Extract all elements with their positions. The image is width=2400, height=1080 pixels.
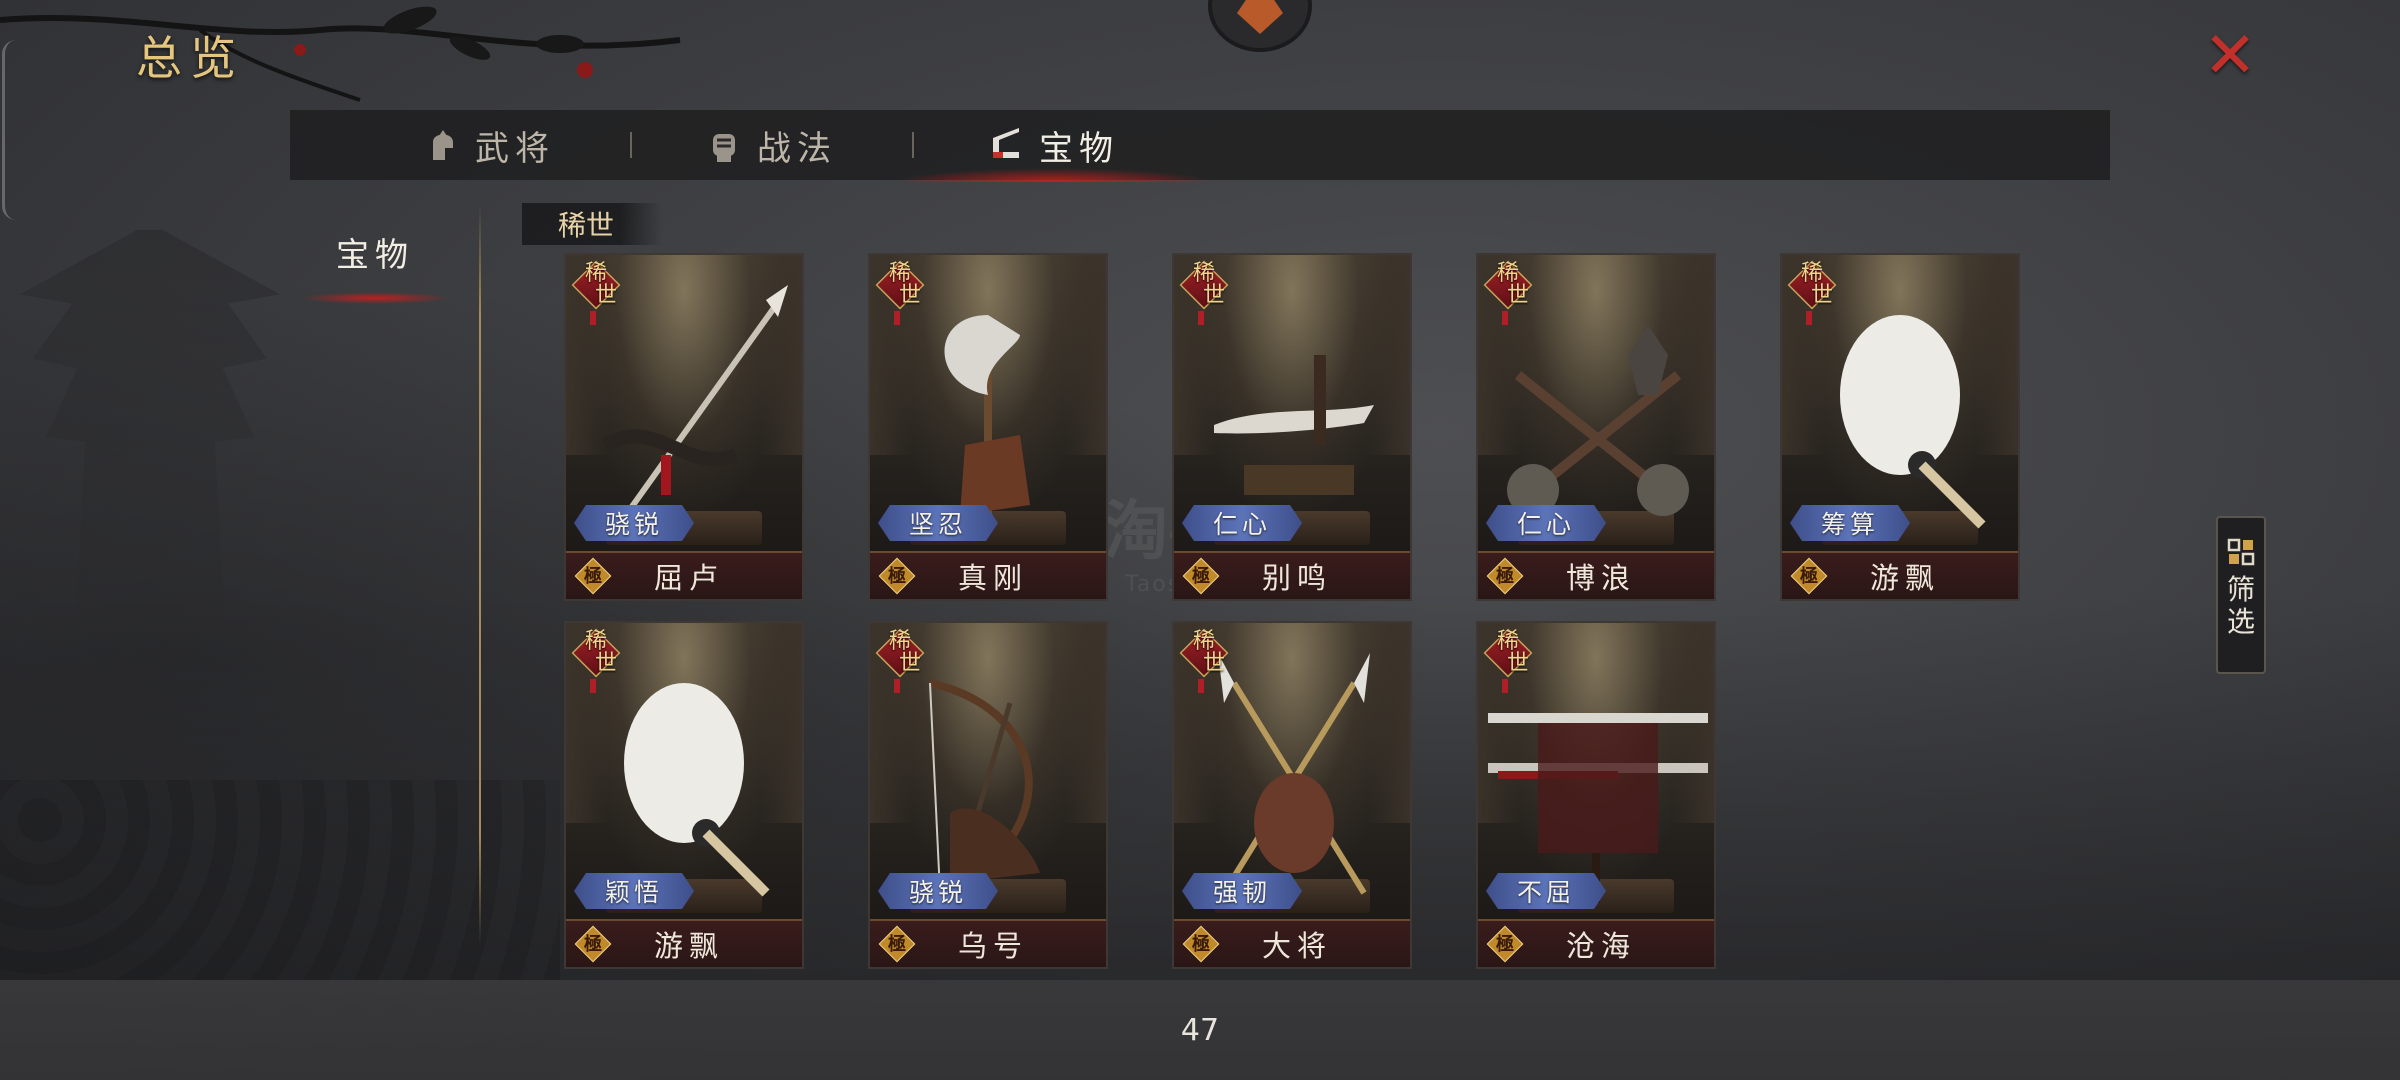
card-name-bar: 極 游飘	[566, 919, 802, 967]
treasure-card[interactable]: 稀世 骁锐 極 屈卢	[564, 253, 804, 601]
card-name-bar: 極 游飘	[1782, 551, 2018, 599]
treasure-card[interactable]: 稀世 不屈 極 沧海	[1476, 621, 1716, 969]
grade-badge: 極	[878, 557, 916, 595]
treasure-name: 乌号	[957, 929, 1028, 963]
grade-badge: 極	[1486, 557, 1524, 595]
rarity-badge: 稀世	[1178, 260, 1230, 325]
rarity-badge: 稀世	[874, 260, 926, 325]
grade-badge: 極	[1486, 925, 1524, 963]
treasure-name: 游飘	[1869, 561, 1940, 595]
rarity-badge: 稀世	[1482, 260, 1534, 325]
card-name-bar: 極 沧海	[1478, 919, 1714, 967]
tab-generals-label: 武将	[475, 128, 555, 169]
treasure-card[interactable]: 稀世 仁心 極 别鸣	[1172, 253, 1412, 601]
trait-tag: 仁心	[1486, 505, 1606, 541]
rarity-badge: 稀世	[874, 628, 926, 693]
trait-tag: 不屈	[1486, 873, 1606, 909]
fist-tactic-icon	[713, 134, 735, 162]
grade-badge: 極	[574, 557, 612, 595]
rarity-badge: 稀世	[570, 628, 622, 693]
section-label-text: 稀世	[558, 209, 615, 242]
treasure-card[interactable]: 稀世 仁心 極 博浪	[1476, 253, 1716, 601]
close-icon: ✕	[2203, 19, 2257, 93]
tab-tactics[interactable]: 战法	[632, 110, 912, 180]
filter-label: 筛选	[2226, 573, 2255, 638]
grade-badge: 極	[1182, 557, 1220, 595]
tab-tactics-label: 战法	[757, 128, 837, 169]
sidebar-item-label: 宝物	[336, 235, 414, 274]
grade-badge: 極	[1182, 925, 1220, 963]
card-name-bar: 極 乌号	[870, 919, 1106, 967]
treasure-name: 博浪	[1565, 561, 1636, 595]
treasure-name: 屈卢	[653, 561, 724, 595]
grade-badge: 極	[574, 925, 612, 963]
tab-treasures[interactable]: 宝物	[894, 110, 1214, 182]
treasure-card[interactable]: 稀世 颖悟 極 游飘	[564, 621, 804, 969]
tab-bar: 武将 战法 宝物	[290, 110, 2110, 182]
sidebar-item-treasures[interactable]: 宝物	[300, 228, 450, 308]
treasure-grid: 稀世 骁锐 極 屈卢 稀世 坚忍 極 真刚 稀 世 仁心 極 别鸣 稀 世 仁心…	[564, 253, 2024, 969]
bottom-bar: 47	[0, 980, 2400, 1080]
card-name-bar: 極 大将	[1174, 919, 1410, 967]
tab-generals[interactable]: 武将	[350, 110, 630, 180]
section-label-rare: 稀世	[522, 203, 662, 245]
filter-button[interactable]: 筛选	[2216, 516, 2266, 674]
rarity-badge: 稀世	[1482, 628, 1534, 693]
trait-tag: 仁心	[1182, 505, 1302, 541]
treasure-name: 别鸣	[1261, 561, 1332, 595]
treasure-name: 游飘	[653, 929, 724, 963]
treasure-name: 真刚	[957, 561, 1028, 595]
ink-branch-decoration	[0, 6, 681, 102]
grid-filter-icon	[2227, 538, 2255, 566]
treasure-icon	[993, 128, 1019, 158]
trait-tag: 强韧	[1182, 873, 1302, 909]
sidebar-divider	[479, 205, 481, 945]
general-helmet-icon	[433, 130, 453, 160]
page-title: 总览	[136, 31, 244, 85]
trait-tag: 骁锐	[878, 873, 998, 909]
rarity-badge: 稀世	[570, 260, 622, 325]
trait-tag: 颖悟	[574, 873, 694, 909]
grade-badge: 極	[878, 925, 916, 963]
left-edge-arc	[2, 40, 16, 220]
card-name-bar: 極 真刚	[870, 551, 1106, 599]
item-count: 47	[1180, 1012, 1220, 1048]
card-name-bar: 極 屈卢	[566, 551, 802, 599]
treasure-card[interactable]: 稀世 坚忍 極 真刚	[868, 253, 1108, 601]
treasure-card[interactable]: 稀世 强韧 極 大将	[1172, 621, 1412, 969]
tab-treasures-label: 宝物	[1039, 128, 1119, 169]
card-name-bar: 極 别鸣	[1174, 551, 1410, 599]
trait-tag: 坚忍	[878, 505, 998, 541]
treasure-card[interactable]: 稀世 骁锐 極 乌号	[868, 621, 1108, 969]
trait-tag: 骁锐	[574, 505, 694, 541]
treasure-card[interactable]: 稀世 筹算 極 游飘	[1780, 253, 2020, 601]
trait-tag: 筹算	[1790, 505, 1910, 541]
rarity-badge: 稀世	[1786, 260, 1838, 325]
rarity-badge: 稀世	[1178, 628, 1230, 693]
treasure-name: 沧海	[1565, 929, 1636, 963]
treasure-name: 大将	[1261, 929, 1332, 963]
grade-badge: 極	[1790, 557, 1828, 595]
close-button[interactable]: ✕	[2200, 24, 2260, 88]
card-name-bar: 極 博浪	[1478, 551, 1714, 599]
